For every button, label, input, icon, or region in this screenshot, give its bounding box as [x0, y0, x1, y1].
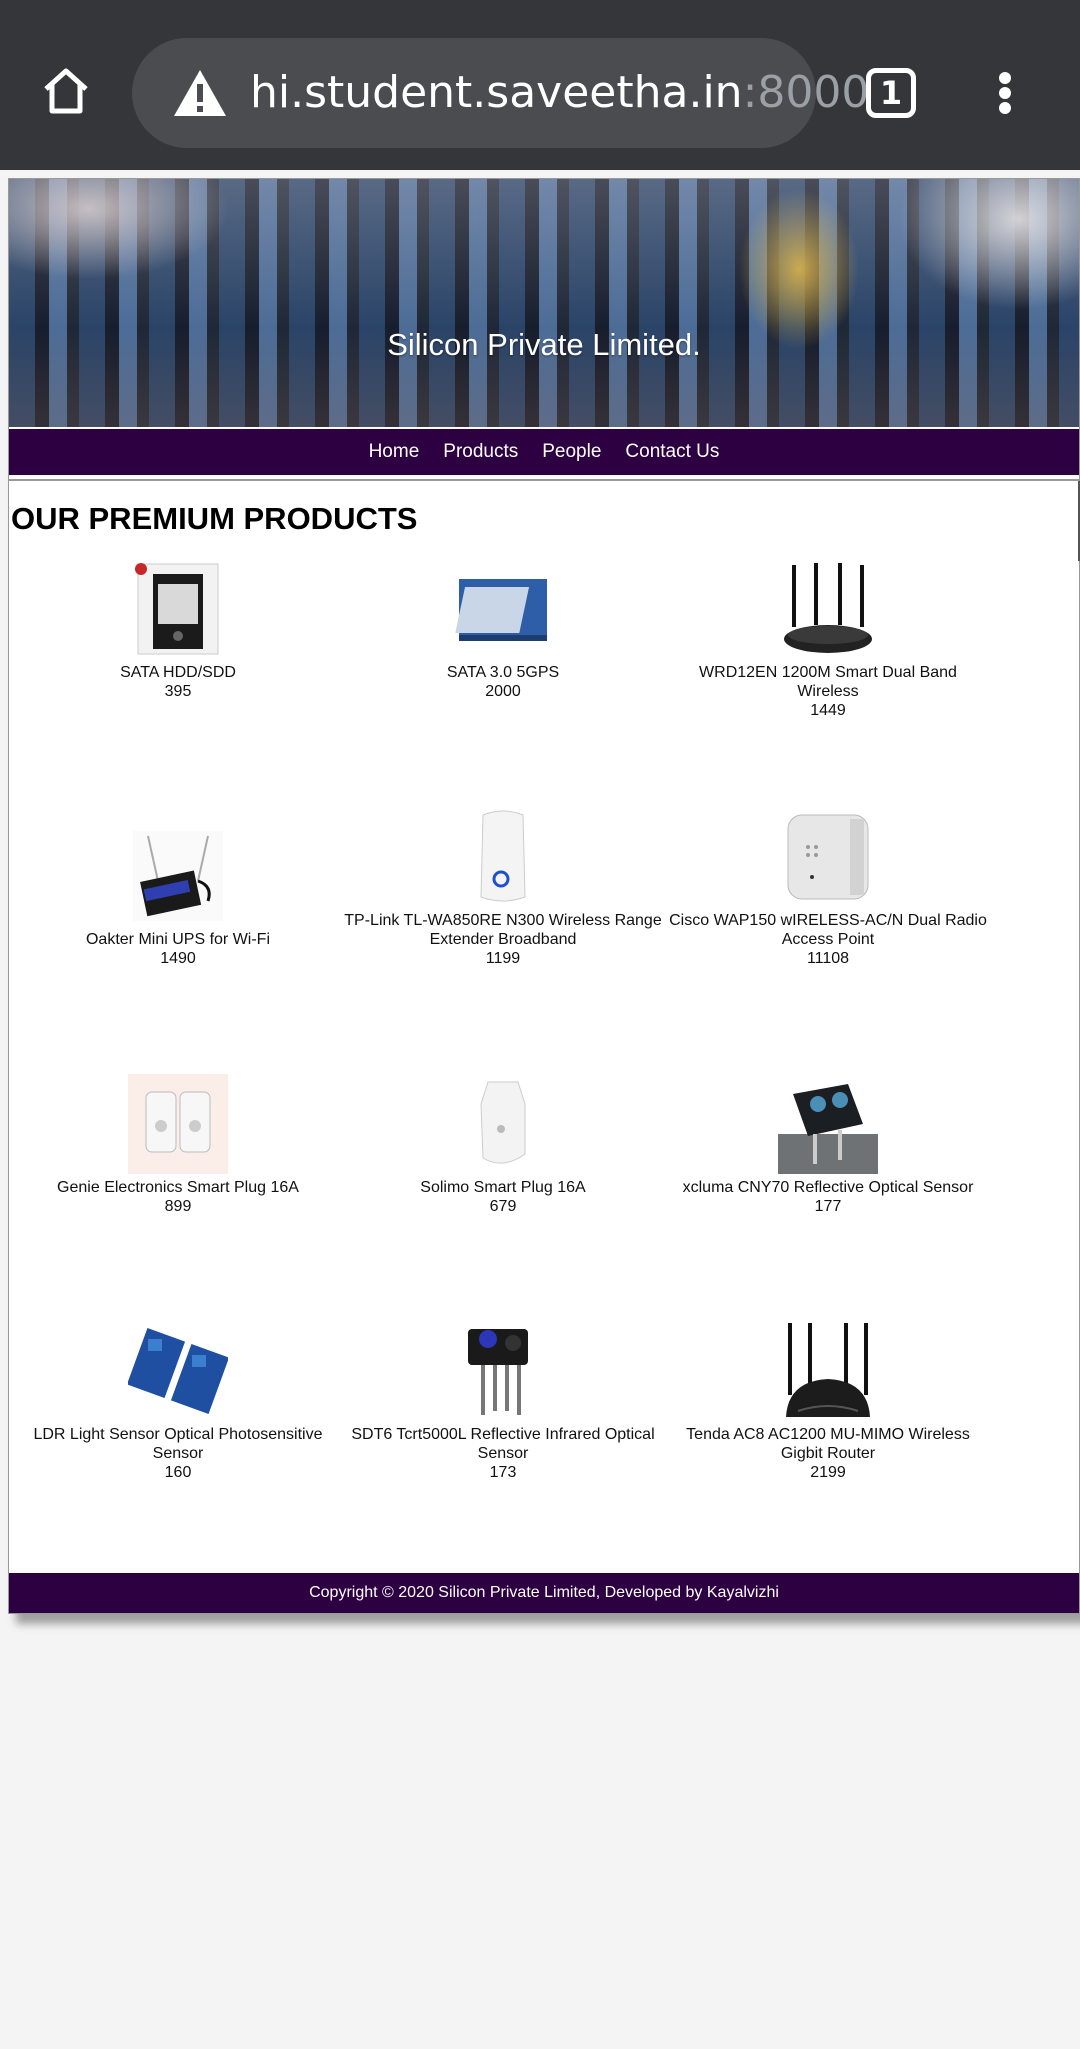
product-name: TP-Link TL-WA850RE N300 Wireless Range E…	[344, 912, 662, 948]
product-image-genie-smart-plug[interactable]	[128, 1074, 228, 1174]
address-bar[interactable]: hi.student.saveetha.in:8000	[132, 38, 869, 148]
product-image-sata-ssd[interactable]	[453, 559, 553, 659]
product-image-tcrt5000-sensor[interactable]	[453, 1321, 553, 1421]
product-card[interactable]: Cisco WAP150 wIRELESS-AC/N Dual Radio Ac…	[668, 807, 988, 968]
product-card[interactable]: SDT6 Tcrt5000L Reflective Infrared Optic…	[343, 1321, 663, 1482]
product-price: 11108	[806, 950, 850, 967]
product-card[interactable]: Solimo Smart Plug 16A 679	[343, 1074, 663, 1216]
footer: Copyright © 2020 Silicon Private Limited…	[9, 1573, 1079, 1613]
product-price: 160	[164, 1464, 192, 1481]
hero-banner: Silicon Private Limited.	[9, 179, 1079, 427]
product-image-router[interactable]	[778, 559, 878, 659]
product-name: Genie Electronics Smart Plug 16A	[57, 1179, 299, 1196]
product-image-hdd-caddy[interactable]	[128, 559, 228, 659]
product-price: 2199	[810, 1464, 846, 1481]
product-name: LDR Light Sensor Optical Photosensitive …	[33, 1426, 323, 1462]
product-price: 395	[164, 683, 192, 700]
product-image-access-point[interactable]	[778, 807, 878, 907]
tabs-icon[interactable]: 1	[866, 68, 916, 118]
product-name: Solimo Smart Plug 16A	[420, 1179, 586, 1196]
nav-products[interactable]: Products	[431, 441, 530, 463]
product-card[interactable]: TP-Link TL-WA850RE N300 Wireless Range E…	[343, 807, 663, 968]
product-name: Oakter Mini UPS for Wi-Fi	[85, 931, 270, 948]
product-price: 1449	[810, 702, 846, 719]
product-card[interactable]: SATA HDD/SDD 395	[18, 559, 338, 701]
product-name: SATA HDD/SDD	[120, 664, 236, 681]
product-price: 679	[489, 1198, 517, 1215]
nav-home[interactable]: Home	[357, 441, 432, 463]
nav-contact-us[interactable]: Contact Us	[613, 441, 731, 463]
product-name: SDT6 Tcrt5000L Reflective Infrared Optic…	[351, 1426, 655, 1462]
warning-icon[interactable]	[172, 68, 228, 118]
product-card[interactable]: LDR Light Sensor Optical Photosensitive …	[18, 1321, 338, 1482]
product-name: xcluma CNY70 Reflective Optical Sensor	[682, 1179, 974, 1196]
url-host: hi.student.saveetha.in	[250, 67, 743, 118]
product-card[interactable]: Genie Electronics Smart Plug 16A 899	[18, 1074, 338, 1216]
product-price: 899	[164, 1198, 192, 1215]
product-card[interactable]: Tenda AC8 AC1200 MU-MIMO Wireless Gigbit…	[668, 1321, 988, 1482]
web-page: Silicon Private Limited. Home Products P…	[8, 178, 1080, 1614]
product-price: 173	[489, 1464, 517, 1481]
browser-toolbar: hi.student.saveetha.in:8000 1	[0, 0, 1080, 170]
product-card[interactable]: SATA 3.0 5GPS 2000	[343, 559, 663, 701]
product-image-ldr-sensor[interactable]	[128, 1321, 228, 1421]
product-name: SATA 3.0 5GPS	[446, 664, 560, 681]
product-price: 177	[814, 1198, 842, 1215]
product-card[interactable]: WRD12EN 1200M Smart Dual Band Wireless 1…	[668, 559, 988, 720]
product-name: Tenda AC8 AC1200 MU-MIMO Wireless Gigbit…	[686, 1426, 970, 1462]
product-card[interactable]: xcluma CNY70 Reflective Optical Sensor 1…	[668, 1074, 988, 1216]
main-nav: Home Products People Contact Us	[9, 429, 1079, 475]
home-icon[interactable]	[30, 55, 102, 127]
product-image-cny70-sensor[interactable]	[778, 1074, 878, 1174]
url-text[interactable]: hi.student.saveetha.in:8000	[250, 38, 869, 148]
banner-overlay	[9, 179, 1079, 427]
product-price: 1199	[485, 950, 521, 967]
site-title: Silicon Private Limited.	[387, 327, 701, 362]
product-image-tenda-router[interactable]	[778, 1321, 878, 1421]
product-price: 2000	[485, 683, 521, 700]
product-card[interactable]: Oakter Mini UPS for Wi-Fi 1490	[18, 826, 338, 968]
nav-people[interactable]: People	[530, 441, 613, 463]
product-image-range-extender[interactable]	[453, 807, 553, 907]
more-vert-icon[interactable]	[980, 68, 1030, 118]
products-section: OUR PREMIUM PRODUCTS SATA HDD/SDD 395 SA…	[9, 479, 1080, 1611]
page-heading: OUR PREMIUM PRODUCTS	[11, 501, 418, 536]
product-name: WRD12EN 1200M Smart Dual Band Wireless	[699, 664, 957, 700]
product-image-solimo-smart-plug[interactable]	[453, 1074, 553, 1174]
product-price: 1490	[160, 950, 196, 967]
product-name: Cisco WAP150 wIRELESS-AC/N Dual Radio Ac…	[669, 912, 987, 948]
url-port: :8000	[742, 67, 870, 118]
product-image-mini-ups[interactable]	[128, 826, 228, 926]
